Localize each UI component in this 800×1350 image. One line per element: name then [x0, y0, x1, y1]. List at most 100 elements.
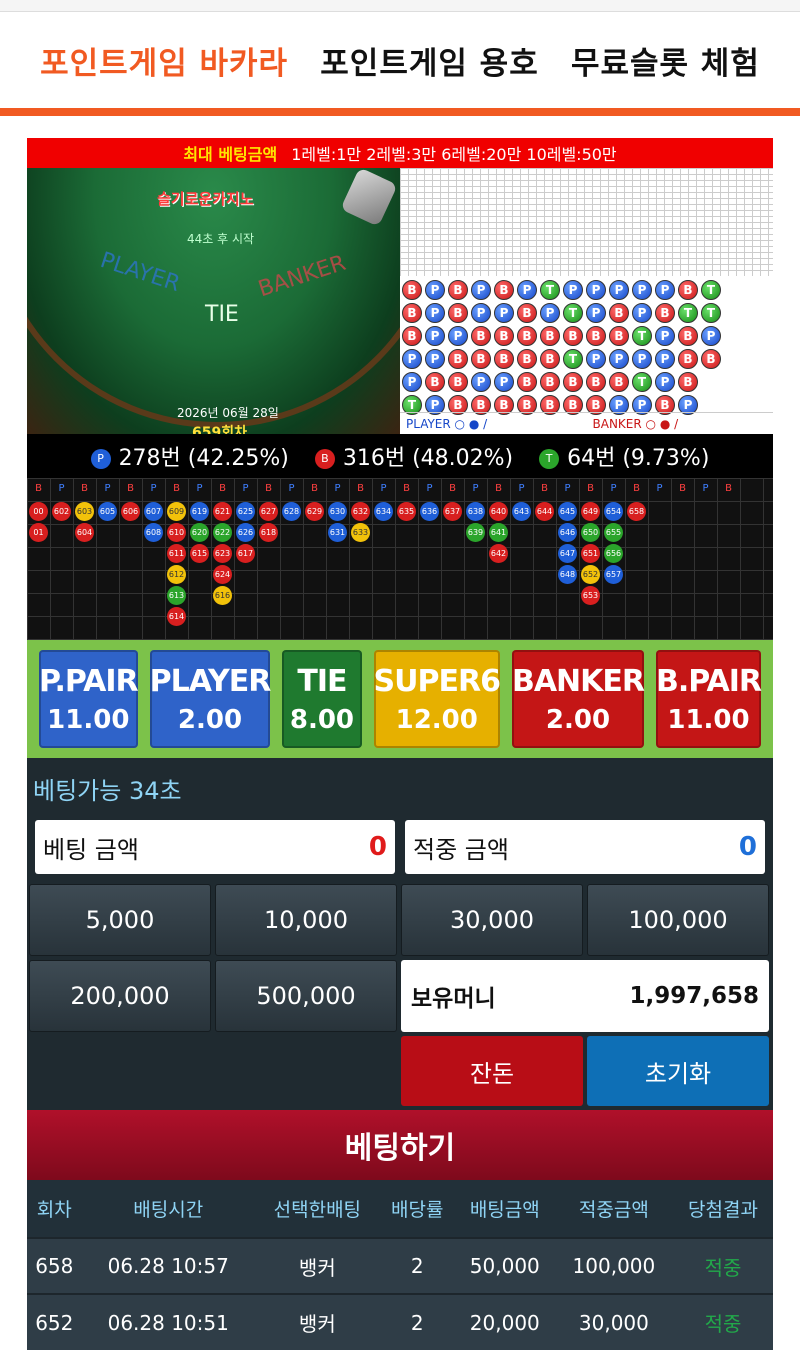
history-ball: 618	[259, 523, 278, 542]
history-ball: 608	[144, 523, 163, 542]
history-head-cell: P	[426, 483, 433, 494]
bet-history-body: 658 06.28 10:57 뱅커 2 50,000 100,000 적중 652 06.28…	[27, 1237, 773, 1350]
bead-cell: B	[701, 349, 721, 369]
bead-cell: B	[609, 372, 629, 392]
reset-button[interactable]: 초기화	[587, 1036, 769, 1106]
history-ball: 656	[604, 544, 623, 563]
history-column: 638 639	[464, 500, 487, 544]
history-ball: 624	[213, 565, 232, 584]
bead-cell: P	[448, 326, 468, 346]
history-ball: 633	[351, 523, 370, 542]
bet-panel: 베팅가능 34초 베팅 금액 0 적중 금액 0 5,000 10,000 30…	[27, 758, 773, 1350]
bet-player-button[interactable]: PLAYER 2.00	[149, 650, 271, 748]
bet-b-pair-button[interactable]: B.PAIR 11.00	[656, 650, 762, 748]
chip-100000[interactable]: 100,000	[587, 884, 769, 956]
place-bet-button[interactable]: 베팅하기	[27, 1110, 773, 1180]
bet-history-header-cell: 적중금액	[554, 1180, 673, 1238]
table-date: 2026년 06월 28일	[177, 406, 279, 420]
baccarat-table-video: 슬기로운카지노 44초 후 시작 PLAYER TIE BANKER 2026년…	[27, 168, 400, 434]
history-ball: 609	[167, 502, 186, 521]
chip-500000[interactable]: 500,000	[215, 960, 397, 1032]
nav-tab-baccarat[interactable]: 포인트게임 바카라	[40, 38, 288, 83]
history-head-cell: B	[495, 483, 502, 494]
bead-cell: B	[402, 280, 422, 300]
table-cell: 적중	[673, 1293, 773, 1350]
bead-cell: P	[701, 326, 721, 346]
chip-200000[interactable]: 200,000	[29, 960, 211, 1032]
history-head-cell: P	[610, 483, 617, 494]
bead-cell: P	[655, 349, 675, 369]
history-head-cell: B	[633, 483, 640, 494]
table-cell: 06.28 10:51	[81, 1293, 255, 1350]
bead-cell: P	[609, 280, 629, 300]
history-ball: 603	[75, 502, 94, 521]
history-ball: 635	[397, 502, 416, 521]
history-ball: 647	[558, 544, 577, 563]
bet-name: BANKER	[511, 663, 645, 699]
bead-cell: T	[678, 303, 698, 323]
bet-amount-value: 0	[368, 832, 387, 862]
table-tie-label: TIE	[205, 302, 239, 327]
table-cell: 적중	[673, 1237, 773, 1294]
bead-cell: P	[471, 372, 491, 392]
bead-cell: P	[586, 280, 606, 300]
history-head-cell: B	[587, 483, 594, 494]
legend-player: PLAYER ○ ● /	[406, 416, 488, 431]
bead-cell: P	[494, 372, 514, 392]
bet-super6-button[interactable]: SUPER6 12.00	[373, 650, 501, 748]
history-ball: 657	[604, 565, 623, 584]
bead-cell: B	[586, 372, 606, 392]
history-ball: 655	[604, 523, 623, 542]
history-ball: 629	[305, 502, 324, 521]
win-amount-label: 적중 금액	[413, 835, 509, 864]
bet-tie-button[interactable]: TIE 8.00	[282, 650, 362, 748]
chip-10000[interactable]: 10,000	[215, 884, 397, 956]
bead-empty	[724, 372, 744, 393]
history-head-cell: P	[702, 483, 709, 494]
bead-cell: P	[655, 326, 675, 346]
bead-cell: B	[609, 326, 629, 346]
bead-cell: B	[425, 372, 445, 392]
bet-p-pair-button[interactable]: P.PAIR 11.00	[39, 650, 139, 748]
bead-cell: T	[701, 303, 721, 323]
history-ball: 605	[98, 502, 117, 521]
history-ball: 643	[512, 502, 531, 521]
history-ball: 632	[351, 502, 370, 521]
round-number: 659회차	[192, 425, 247, 434]
history-ball: 637	[443, 502, 462, 521]
wallet-value: 1,997,658	[629, 983, 760, 1009]
chip-5000[interactable]: 5,000	[29, 884, 211, 956]
history-ball: 648	[558, 565, 577, 584]
history-head-cell: P	[242, 483, 249, 494]
bet-banker-button[interactable]: BANKER 2.00	[511, 650, 645, 748]
bead-cell: T	[632, 372, 652, 392]
history-ball: 607	[144, 502, 163, 521]
history-ball: 614	[167, 607, 186, 626]
bead-cell: P	[402, 349, 422, 369]
bead-cell: B	[586, 326, 606, 346]
big-road-grid	[400, 168, 773, 276]
bead-cell: P	[425, 280, 445, 300]
bead-cell: T	[701, 280, 721, 300]
history-column: 619 620 615	[188, 500, 211, 565]
history-ball: 639	[466, 523, 485, 542]
table-cell: 2	[379, 1237, 455, 1294]
bet-amount-box: 베팅 금액 0	[35, 820, 395, 874]
table-row: 658 06.28 10:57 뱅커 2 50,000 100,000 적중	[27, 1237, 773, 1294]
nav-tab-dragon-tiger[interactable]: 포인트게임 용호	[320, 38, 538, 83]
history-ball: 630	[328, 502, 347, 521]
table-cell: 06.28 10:57	[81, 1237, 255, 1294]
history-head-cell: B	[81, 483, 88, 494]
history-ball: 640	[489, 502, 508, 521]
nav-tab-free-slot[interactable]: 무료슬롯 체험	[571, 38, 760, 83]
history-head-cell: B	[35, 483, 42, 494]
chip-30000[interactable]: 30,000	[401, 884, 583, 956]
history-head-cell: P	[196, 483, 203, 494]
bead-cell: B	[563, 326, 583, 346]
history-column: 643	[510, 500, 533, 523]
change-button[interactable]: 잔돈	[401, 1036, 583, 1106]
bet-zone: P.PAIR 11.00 PLAYER 2.00 TIE 8.00 SUPER6 12.00 B…	[27, 640, 773, 758]
stat-item: T 64번 (9.73%)	[539, 440, 709, 472]
history-head-cell: P	[104, 483, 111, 494]
board-legend: PLAYER ○ ● / BANKER ○ ● /	[400, 412, 773, 434]
